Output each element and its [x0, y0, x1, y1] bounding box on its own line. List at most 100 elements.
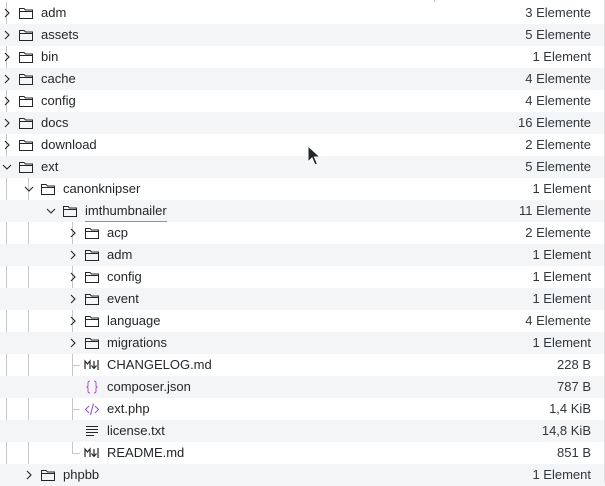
tree-row-size: 787 B — [557, 379, 591, 394]
tree-row-cache[interactable]: cache 4 Elemente — [0, 68, 605, 90]
folder-icon — [18, 27, 34, 43]
tree-row-name: acp — [107, 225, 128, 240]
tree-row-composer-json[interactable]: composer.json 787 B — [0, 376, 605, 398]
tree-row-size: 14,8 KiB — [541, 423, 591, 438]
tree-row-size: 5 Elemente — [525, 27, 591, 42]
mouse-cursor-icon — [307, 145, 321, 166]
tree-row-name: bin — [41, 49, 59, 64]
folder-icon — [40, 467, 56, 483]
tree-row-name: canonknipser — [63, 181, 141, 196]
markdown-icon — [84, 445, 100, 461]
tree-row-name: composer.json — [107, 379, 191, 394]
tree-row-config-sub[interactable]: config 1 Element — [0, 266, 605, 288]
tree-row-size: 1,4 KiB — [549, 401, 591, 416]
tree-row-size: 2 Elemente — [525, 225, 591, 240]
folder-icon — [18, 71, 34, 87]
tree-row-name: download — [41, 137, 97, 152]
chevron-right-icon[interactable] — [0, 68, 14, 90]
folder-icon — [84, 291, 100, 307]
header-divider — [434, 0, 435, 2]
tree-row-ext[interactable]: ext 5 Elemente — [0, 156, 605, 178]
chevron-right-icon[interactable] — [66, 222, 80, 244]
chevron-right-icon[interactable] — [66, 244, 80, 266]
tree-row-size: 4 Elemente — [525, 71, 591, 86]
tree-row-assets[interactable]: assets 5 Elemente — [0, 24, 605, 46]
tree-row-adm-sub[interactable]: adm 1 Element — [0, 244, 605, 266]
tree-row-name: cache — [41, 71, 76, 86]
tree-row-name: imthumbnailer — [85, 200, 167, 222]
markdown-icon — [84, 357, 100, 373]
tree-row-name: phpbb — [63, 467, 100, 482]
tree-row-size: 1 Element — [532, 291, 591, 306]
tree-row-download[interactable]: download 2 Elemente — [0, 134, 605, 156]
tree-row-name: license.txt — [107, 423, 165, 438]
tree-row-size: 4 Elemente — [525, 93, 591, 108]
tree-row-readme[interactable]: README.md 851 B — [0, 442, 605, 464]
tree-row-name: config — [107, 269, 142, 284]
chevron-right-icon[interactable] — [66, 266, 80, 288]
tree-row-size: 1 Element — [532, 335, 591, 350]
folder-icon — [84, 313, 100, 329]
folder-icon — [84, 247, 100, 263]
folder-icon — [18, 93, 34, 109]
folder-icon — [84, 269, 100, 285]
text-file-icon — [84, 423, 100, 439]
tree-row-name: CHANGELOG.md — [107, 357, 212, 372]
chevron-down-icon[interactable] — [44, 200, 58, 222]
tree-row-size: 851 B — [557, 445, 591, 460]
tree-row-name: README.md — [107, 445, 185, 460]
tree-row-size: 3 Elemente — [525, 5, 591, 20]
folder-icon — [18, 137, 34, 153]
chevron-right-icon[interactable] — [0, 2, 14, 24]
tree-row-size: 11 Elemente — [518, 203, 591, 218]
tree-row-size: 1 Element — [532, 247, 591, 262]
tree-row-event[interactable]: event 1 Element — [0, 288, 605, 310]
tree-row-size: 4 Elemente — [525, 313, 591, 328]
tree-row-adm[interactable]: adm 3 Elemente — [0, 2, 605, 24]
tree-row-config[interactable]: config 4 Elemente — [0, 90, 605, 112]
tree-row-size: 2 Elemente — [525, 137, 591, 152]
tree-row-migrations[interactable]: migrations 1 Element — [0, 332, 605, 354]
tree-row-size: 16 Elemente — [518, 115, 591, 130]
tree-row-language[interactable]: language 4 Elemente — [0, 310, 605, 332]
tree-row-name: ext.php — [107, 401, 150, 416]
tree-row-bin[interactable]: bin 1 Element — [0, 46, 605, 68]
tree-row-changelog[interactable]: CHANGELOG.md 228 B — [0, 354, 605, 376]
folder-icon — [84, 335, 100, 351]
chevron-right-icon[interactable] — [66, 332, 80, 354]
tree-row-acp[interactable]: acp 2 Elemente — [0, 222, 605, 244]
tree-row-size: 228 B — [557, 357, 591, 372]
tree-row-name: adm — [41, 5, 67, 20]
tree-row-imthumbnailer[interactable]: imthumbnailer 11 Elemente — [0, 200, 605, 222]
folder-icon — [84, 225, 100, 241]
chevron-right-icon[interactable] — [0, 24, 14, 46]
tree-row-size: 1 Element — [532, 181, 591, 196]
tree-row-name: ext — [41, 159, 59, 174]
chevron-right-icon[interactable] — [66, 288, 80, 310]
tree-row-name: docs — [41, 115, 69, 130]
chevron-down-icon[interactable] — [22, 178, 36, 200]
tree-row-size: 1 Element — [532, 49, 591, 64]
chevron-down-icon[interactable] — [0, 156, 14, 178]
chevron-right-icon[interactable] — [0, 112, 14, 134]
tree-row-size: 5 Elemente — [525, 159, 591, 174]
tree-row-name: migrations — [107, 335, 167, 350]
folder-icon — [18, 115, 34, 131]
tree-row-canonknipser[interactable]: canonknipser 1 Element — [0, 178, 605, 200]
php-icon — [84, 401, 100, 417]
tree-row-name: adm — [107, 247, 133, 262]
tree-row-name: event — [107, 291, 139, 306]
file-tree: adm 3 Elemente assets 5 Elemente bin 1 E… — [0, 2, 605, 486]
chevron-right-icon[interactable] — [66, 310, 80, 332]
tree-row-name: assets — [41, 27, 79, 42]
chevron-right-icon[interactable] — [0, 46, 14, 68]
tree-row-size: 1 Element — [532, 269, 591, 284]
folder-icon — [18, 49, 34, 65]
folder-icon — [40, 181, 56, 197]
folder-icon — [62, 203, 78, 219]
tree-row-ext-php[interactable]: ext.php 1,4 KiB — [0, 398, 605, 420]
chevron-right-icon[interactable] — [0, 134, 14, 156]
tree-row-license-txt[interactable]: license.txt 14,8 KiB — [0, 420, 605, 442]
chevron-right-icon[interactable] — [0, 90, 14, 112]
tree-row-docs[interactable]: docs 16 Elemente — [0, 112, 605, 134]
